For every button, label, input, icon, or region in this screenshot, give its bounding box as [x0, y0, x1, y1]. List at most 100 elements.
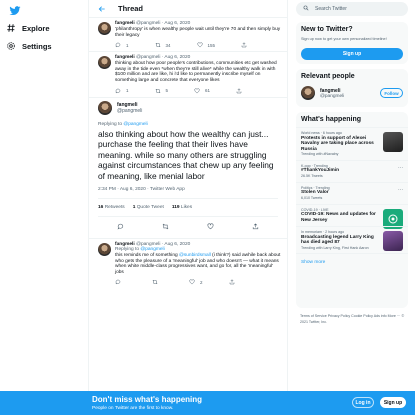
back-arrow-icon[interactable]	[98, 5, 106, 13]
tweet-date[interactable]: · Aug 6, 2020	[162, 55, 191, 60]
trend-item[interactable]: K-pop · Trending #ThankYouJimin 26.5K Tw…	[296, 159, 408, 182]
left-nav: Explore Settings	[0, 0, 88, 415]
nav-settings[interactable]: Settings	[6, 39, 52, 53]
avatar[interactable]	[98, 22, 111, 35]
trend-thumbnail	[383, 231, 403, 251]
share-button[interactable]	[241, 42, 247, 48]
like-button[interactable]: 61	[194, 87, 210, 94]
follow-button[interactable]: Follow	[380, 88, 403, 98]
tweet-author-handle[interactable]: @pangmeli	[136, 55, 160, 60]
tweet-date[interactable]: · Aug 6, 2020	[162, 242, 191, 247]
share-button[interactable]	[252, 223, 259, 232]
avatar[interactable]	[98, 100, 112, 115]
avatar[interactable]	[98, 56, 111, 70]
search-icon	[303, 5, 309, 13]
tweet-author-handle[interactable]: @pangmeli	[117, 108, 142, 114]
thread-tweet[interactable]: fangmeli @pangmeli · Aug 6, 2020 'philan…	[89, 18, 287, 53]
login-button[interactable]: Log in	[352, 397, 374, 408]
trend-title: COVID-19: News and updates for New Jerse…	[301, 212, 376, 223]
mention-link[interactable]: @sunbirdsmall	[179, 253, 211, 258]
gear-icon	[6, 41, 16, 51]
tweet-header: fangmeli @pangmeli · Aug 6, 2020	[115, 21, 281, 26]
replying-to-link[interactable]: @pangmeli	[123, 122, 147, 127]
footer-links[interactable]: Terms of Service Privacy Policy Cookie P…	[300, 313, 410, 325]
share-button[interactable]	[236, 87, 242, 94]
tweet-stats: 16 Retweets 1 Quote Tweet 119 Likes	[98, 199, 278, 218]
thread-tweet[interactable]: fangmeli @pangmeli · Aug 6, 2020 thinkin…	[89, 52, 287, 98]
reply-icon	[115, 42, 121, 48]
relevant-people-card: Relevant people fangmeli @pangmeli Follo…	[296, 69, 408, 107]
relevant-user-handle[interactable]: @pangmeli	[320, 94, 344, 99]
reply-icon	[115, 280, 121, 286]
focused-tweet-author[interactable]: fangmeli @pangmeli	[98, 98, 278, 120]
reply-button[interactable]	[115, 279, 126, 286]
trend-item[interactable]: In memoriam · 2 hours ago Broadcasting l…	[296, 226, 408, 253]
retweet-button[interactable]	[162, 223, 169, 232]
tweet-timestamp[interactable]: 2:34 PM · Aug 6, 2020 · Twitter Web App	[98, 187, 278, 200]
trend-title: Protests in support of Alexei Navalny ar…	[301, 135, 374, 152]
heart-icon	[197, 42, 203, 48]
focused-tweet-text: also thinking about how the wealthy can …	[98, 128, 274, 181]
retweet-icon	[155, 42, 160, 48]
replying-to: Replying to @pangmeli	[115, 247, 165, 253]
thread-column: Thread fangmeli @pangmeli · Aug 6, 2020 …	[88, 0, 288, 391]
trend-count: Trending with #Navalny	[301, 152, 339, 156]
sidebar-signup-button[interactable]: Sign up	[301, 47, 403, 60]
likes-stat[interactable]: 119 Likes	[172, 205, 192, 210]
share-button[interactable]	[229, 279, 235, 285]
tweet-text: thinking about how poor people's contrib…	[115, 61, 277, 83]
retweets-stat[interactable]: 16 Retweets	[98, 205, 125, 210]
tweet-author-name[interactable]: fangmeli	[115, 21, 135, 26]
reply-tweet[interactable]: fangmeli @pangmeli · Aug 6, 2020 Replyin…	[89, 239, 287, 288]
retweet-icon	[152, 280, 158, 285]
avatar[interactable]	[98, 243, 111, 257]
reply-icon	[117, 223, 124, 230]
retweet-button[interactable]: 5	[155, 88, 168, 94]
more-icon[interactable]: ···	[398, 165, 403, 171]
trend-title: Broadcasting legend Larry King has died …	[301, 234, 374, 246]
heart-icon	[207, 223, 214, 230]
trend-item[interactable]: World news · 6 hours ago Protests in sup…	[296, 127, 408, 160]
thread-header: Thread	[89, 0, 287, 18]
tweet-author-handle[interactable]: @pangmeli	[136, 21, 160, 26]
retweet-button[interactable]: 34	[155, 42, 171, 48]
page-title: Thread	[118, 4, 144, 13]
twitter-logo-icon[interactable]	[9, 5, 21, 17]
reply-button[interactable]	[117, 223, 124, 232]
whats-happening-title: What's happening	[301, 116, 361, 123]
signup-button[interactable]: Sign up	[380, 397, 406, 408]
avatar[interactable]	[301, 86, 315, 100]
tweet-header: fangmeli @pangmeli · Aug 6, 2020	[115, 55, 281, 60]
trend-item[interactable]: Politics · Trending Stolen Valor 6,010 T…	[296, 181, 408, 204]
replying-to-link[interactable]: @pangmeli	[140, 247, 164, 252]
reply-button[interactable]: 1	[115, 88, 129, 94]
share-icon	[236, 87, 242, 93]
tweet-date[interactable]: · Aug 6, 2020	[162, 21, 191, 26]
replying-to: Replying to @pangmeli	[98, 121, 148, 127]
tweet-text: this reminds me of something @sunbirdsma…	[115, 253, 281, 275]
tweet-actions: 1 5 61	[115, 87, 281, 94]
like-button[interactable]: 2	[189, 279, 203, 285]
tweet-text: 'philanthropy' is when wealthy people wa…	[115, 27, 281, 38]
share-icon	[241, 42, 247, 48]
nav-explore[interactable]: Explore	[6, 21, 50, 35]
banner-title: Don't miss what's happening	[92, 395, 203, 404]
quote-tweets-stat[interactable]: 1 Quote Tweet	[133, 205, 164, 210]
search-input[interactable]: Search Twitter	[296, 2, 408, 16]
relevant-user[interactable]: fangmeli @pangmeli Follow	[296, 84, 408, 104]
new-to-twitter-title: New to Twitter?	[301, 26, 353, 33]
whats-happening-card: What's happening World news · 6 hours ag…	[296, 112, 408, 308]
show-more-link[interactable]: Show more	[296, 253, 408, 271]
heart-icon	[194, 87, 200, 93]
retweet-button[interactable]	[152, 279, 163, 285]
like-button[interactable]	[207, 223, 214, 232]
reply-button[interactable]: 1	[115, 42, 129, 48]
focused-tweet-actions	[98, 217, 278, 238]
tweet-author-name[interactable]: fangmeli	[115, 55, 135, 60]
search-placeholder: Search Twitter	[315, 6, 347, 12]
banner-subtitle: People on Twitter are the first to know.	[92, 406, 174, 411]
more-icon[interactable]: ···	[398, 187, 403, 193]
trend-item[interactable]: COVID-19 · LIVE COVID-19: News and updat…	[296, 203, 408, 229]
like-button[interactable]: 155	[197, 42, 215, 48]
trend-count: Trending with Larry King, First Hank Aar…	[301, 245, 369, 250]
